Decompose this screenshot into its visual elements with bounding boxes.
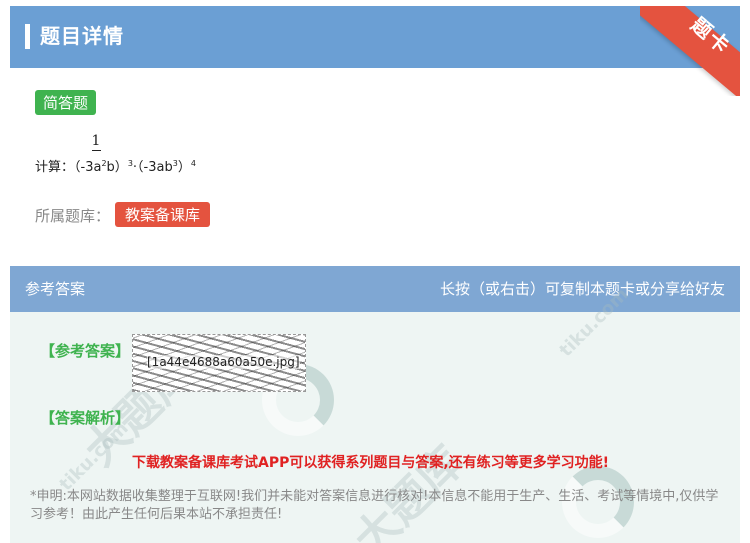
page-title: 题目详情	[40, 24, 124, 48]
question-type-badge: 简答题	[35, 90, 97, 115]
problem-line: 计算：（-3a2b）3·（-3ab3）4	[35, 156, 196, 175]
analysis-label: 【答案解析】	[40, 409, 131, 427]
download-app-promo[interactable]: 下载教案备课库考试APP可以获得系列题目与答案,还有练习等更多学习功能!	[132, 452, 609, 472]
answer-image[interactable]: [1a44e4688a60a50e.jpg]	[132, 334, 306, 392]
problem-prefix: 计算：（	[35, 160, 81, 175]
answer-card: 参考答案 长按（或右击）可复制本题卡或分享给好友 大题库 tiku.com 大题…	[10, 266, 740, 543]
fraction-bar	[91, 150, 101, 151]
exponent-2: 4	[190, 159, 196, 168]
answer-header: 参考答案 长按（或右击）可复制本题卡或分享给好友	[10, 266, 740, 312]
corner-ribbon: 题卡	[640, 6, 740, 96]
answer-title: 参考答案	[25, 280, 86, 298]
header-accent-bar	[25, 24, 30, 49]
bank-label: 所属题库：	[35, 207, 111, 225]
fraction: 1	[91, 132, 101, 151]
term2: （-3ab	[137, 160, 173, 175]
disclaimer: *申明:本网站数据收集整理于互联网!我们并未能对答案信息进行核对!本信息不能用于…	[30, 489, 719, 522]
fraction-denominator: -3	[80, 160, 94, 175]
bank-badge[interactable]: 教案备课库	[115, 202, 211, 227]
answer-image-filename: [1a44e4688a60a50e.jpg]	[147, 355, 300, 369]
reference-answer-label: 【参考答案】	[40, 342, 131, 360]
question-card: 题目详情 题卡 简答题 1 计算：（-3a2b）3·（-3ab3）4 所属题库：…	[10, 6, 740, 250]
question-header: 题目详情 题卡	[10, 6, 740, 96]
watermark-text-2: 大题库	[344, 436, 474, 543]
term1-tail: b）	[106, 160, 128, 175]
term2-tail: ）	[177, 160, 191, 175]
fraction-numerator: 1	[91, 133, 101, 149]
share-hint: 长按（或右击）可复制本题卡或分享给好友	[439, 280, 725, 298]
